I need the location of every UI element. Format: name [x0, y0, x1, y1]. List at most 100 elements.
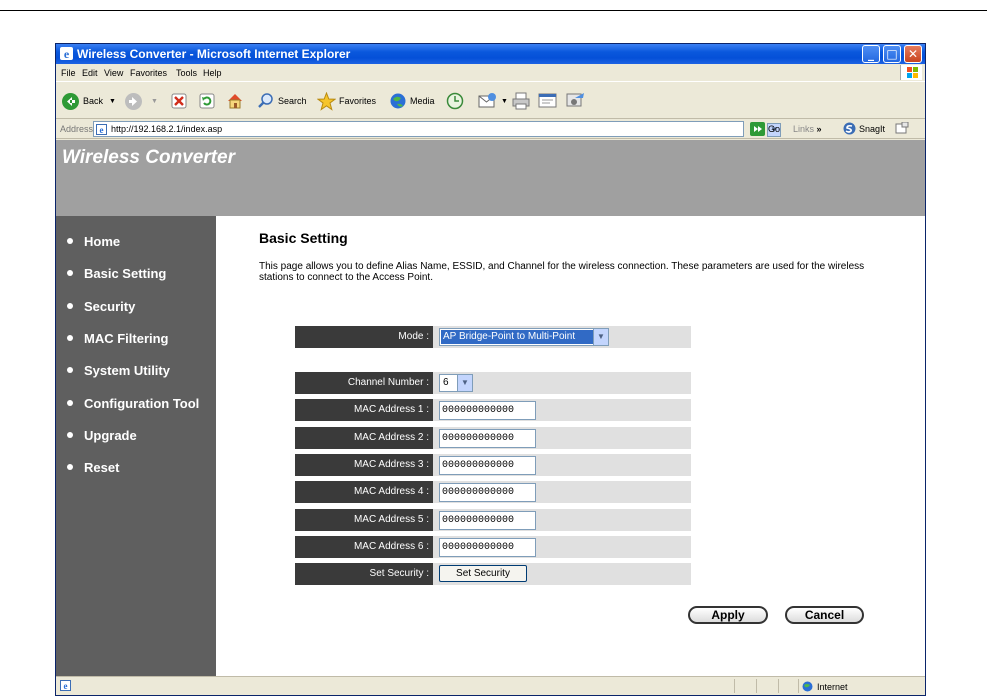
mac-address-5-input[interactable]: 000000000000 [439, 511, 536, 530]
favorites-label: Favorites [339, 96, 377, 106]
refresh-button[interactable] [199, 91, 218, 111]
nav-label: Home [84, 233, 121, 249]
menu-file[interactable]: File [61, 68, 76, 78]
mac-address-1-label: MAC Address 1 : [295, 399, 433, 421]
windows-logo-icon [900, 65, 922, 80]
home-icon [228, 94, 242, 109]
menu-view[interactable]: View [104, 68, 123, 78]
status-divider [734, 679, 735, 693]
forward-button[interactable]: ▼ [124, 91, 158, 111]
nav-item-security[interactable]: Security [67, 297, 135, 315]
mac-address-1-input[interactable]: 000000000000 [439, 401, 536, 420]
header-banner: Wireless Converter [56, 140, 925, 216]
search-button[interactable]: Search [257, 91, 307, 111]
search-icon [258, 93, 273, 108]
menu-favorites[interactable]: Favorites [130, 68, 167, 78]
page-ie-icon: e [96, 124, 107, 135]
title-bar[interactable]: e Wireless Converter - Microsoft Interne… [56, 44, 925, 64]
minimize-button[interactable]: _ [862, 45, 880, 63]
mac-address-4-input[interactable]: 000000000000 [439, 483, 536, 502]
sidebar-nav: Home Basic Setting Security MAC Filterin… [56, 216, 216, 676]
apply-button[interactable]: Apply [688, 606, 768, 624]
history-icon [446, 92, 464, 110]
stop-button[interactable] [171, 91, 190, 111]
go-arrow-icon [750, 122, 765, 136]
status-divider [778, 679, 779, 693]
address-url: http://192.168.2.1/index.asp [111, 124, 223, 134]
chevron-down-icon: ▼ [593, 329, 608, 345]
mac-address-2-label: MAC Address 2 : [295, 427, 433, 449]
nav-item-reset[interactable]: Reset [67, 458, 119, 476]
page-description: This page allows you to define Alias Nam… [259, 261, 865, 283]
menu-help[interactable]: Help [203, 68, 222, 78]
back-button[interactable]: Back ▼ [61, 91, 116, 111]
mac-address-4-label: MAC Address 4 : [295, 481, 433, 503]
mail-button[interactable]: ▼ [478, 91, 508, 111]
mac-address-5-label: MAC Address 5 : [295, 509, 433, 531]
snagit-capture-icon[interactable] [895, 122, 909, 135]
address-input[interactable]: e http://192.168.2.1/index.asp ▼ [93, 121, 781, 137]
nav-item-configuration-tool[interactable]: Configuration Tool [67, 394, 199, 412]
close-button[interactable]: ✕ [904, 45, 922, 63]
back-arrow-icon [62, 92, 79, 110]
snagit-button[interactable]: SnagIt [843, 122, 909, 135]
favorites-button[interactable]: Favorites [317, 91, 376, 111]
messenger-button[interactable] [566, 91, 589, 111]
channel-select[interactable]: 6 ▼ [439, 374, 473, 392]
set-security-label: Set Security : [295, 563, 433, 585]
nav-item-system-utility[interactable]: System Utility [67, 361, 170, 379]
brand-title: Wireless Converter [62, 147, 236, 168]
bullet-icon [67, 303, 73, 309]
status-divider [756, 679, 757, 693]
nav-item-basic-setting[interactable]: Basic Setting [67, 264, 166, 282]
print-button[interactable] [512, 91, 533, 111]
main-content: Basic Setting This page allows you to de… [216, 216, 925, 676]
links-label[interactable]: Links » [793, 124, 822, 134]
standard-toolbar: Back ▼ ▼ Search Favorites Media ▼ [56, 81, 925, 119]
bullet-icon [67, 432, 73, 438]
bullet-icon [67, 270, 73, 276]
bullet-icon [67, 464, 73, 470]
mac-address-3-input[interactable]: 000000000000 [439, 456, 536, 475]
menu-edit[interactable]: Edit [82, 68, 98, 78]
channel-label: Channel Number : [295, 372, 433, 394]
address-label: Address [60, 124, 94, 134]
nav-item-mac-filtering[interactable]: MAC Filtering [67, 329, 169, 347]
svg-text:e: e [64, 681, 68, 691]
page-title: Basic Setting [259, 230, 348, 246]
mode-select[interactable]: AP Bridge-Point to Multi-Point ▼ [439, 328, 609, 346]
svg-text:e: e [64, 47, 70, 61]
mac-address-6-label: MAC Address 6 : [295, 536, 433, 558]
edit-button[interactable] [538, 91, 561, 111]
go-button[interactable]: Go [750, 122, 780, 136]
media-label: Media [410, 96, 435, 106]
snagit-label: SnagIt [859, 123, 886, 134]
cancel-button[interactable]: Cancel [785, 606, 864, 624]
mail-dropdown-icon[interactable]: ▼ [501, 98, 508, 105]
page-top-rule [0, 10, 987, 11]
svg-text:e: e [100, 125, 104, 135]
page-viewport: Wireless Converter Home Basic Setting Se… [56, 140, 925, 676]
channel-value: 6 [443, 377, 449, 388]
nav-label: Configuration Tool [84, 395, 200, 411]
edit-page-icon [538, 93, 557, 108]
media-button[interactable]: Media [389, 91, 435, 111]
status-divider [798, 679, 799, 693]
menu-tools[interactable]: Tools [176, 68, 197, 78]
home-button[interactable] [226, 91, 247, 111]
nav-item-upgrade[interactable]: Upgrade [67, 426, 137, 444]
forward-dropdown-icon[interactable]: ▼ [151, 98, 158, 105]
history-button[interactable] [446, 91, 467, 111]
forward-arrow-icon [125, 92, 142, 110]
nav-item-home[interactable]: Home [67, 232, 120, 250]
favorites-star-icon [317, 91, 336, 111]
mac-address-2-input[interactable]: 000000000000 [439, 429, 536, 448]
window-title: Wireless Converter - Microsoft Internet … [77, 47, 351, 61]
chevron-down-icon: ▼ [457, 375, 472, 391]
mail-icon [478, 93, 496, 108]
nav-label: System Utility [84, 362, 170, 378]
mac-address-6-input[interactable]: 000000000000 [439, 538, 536, 557]
maximize-button[interactable]: □ [883, 45, 901, 63]
set-security-button[interactable]: Set Security [439, 565, 527, 582]
back-dropdown-icon[interactable]: ▼ [109, 98, 116, 105]
